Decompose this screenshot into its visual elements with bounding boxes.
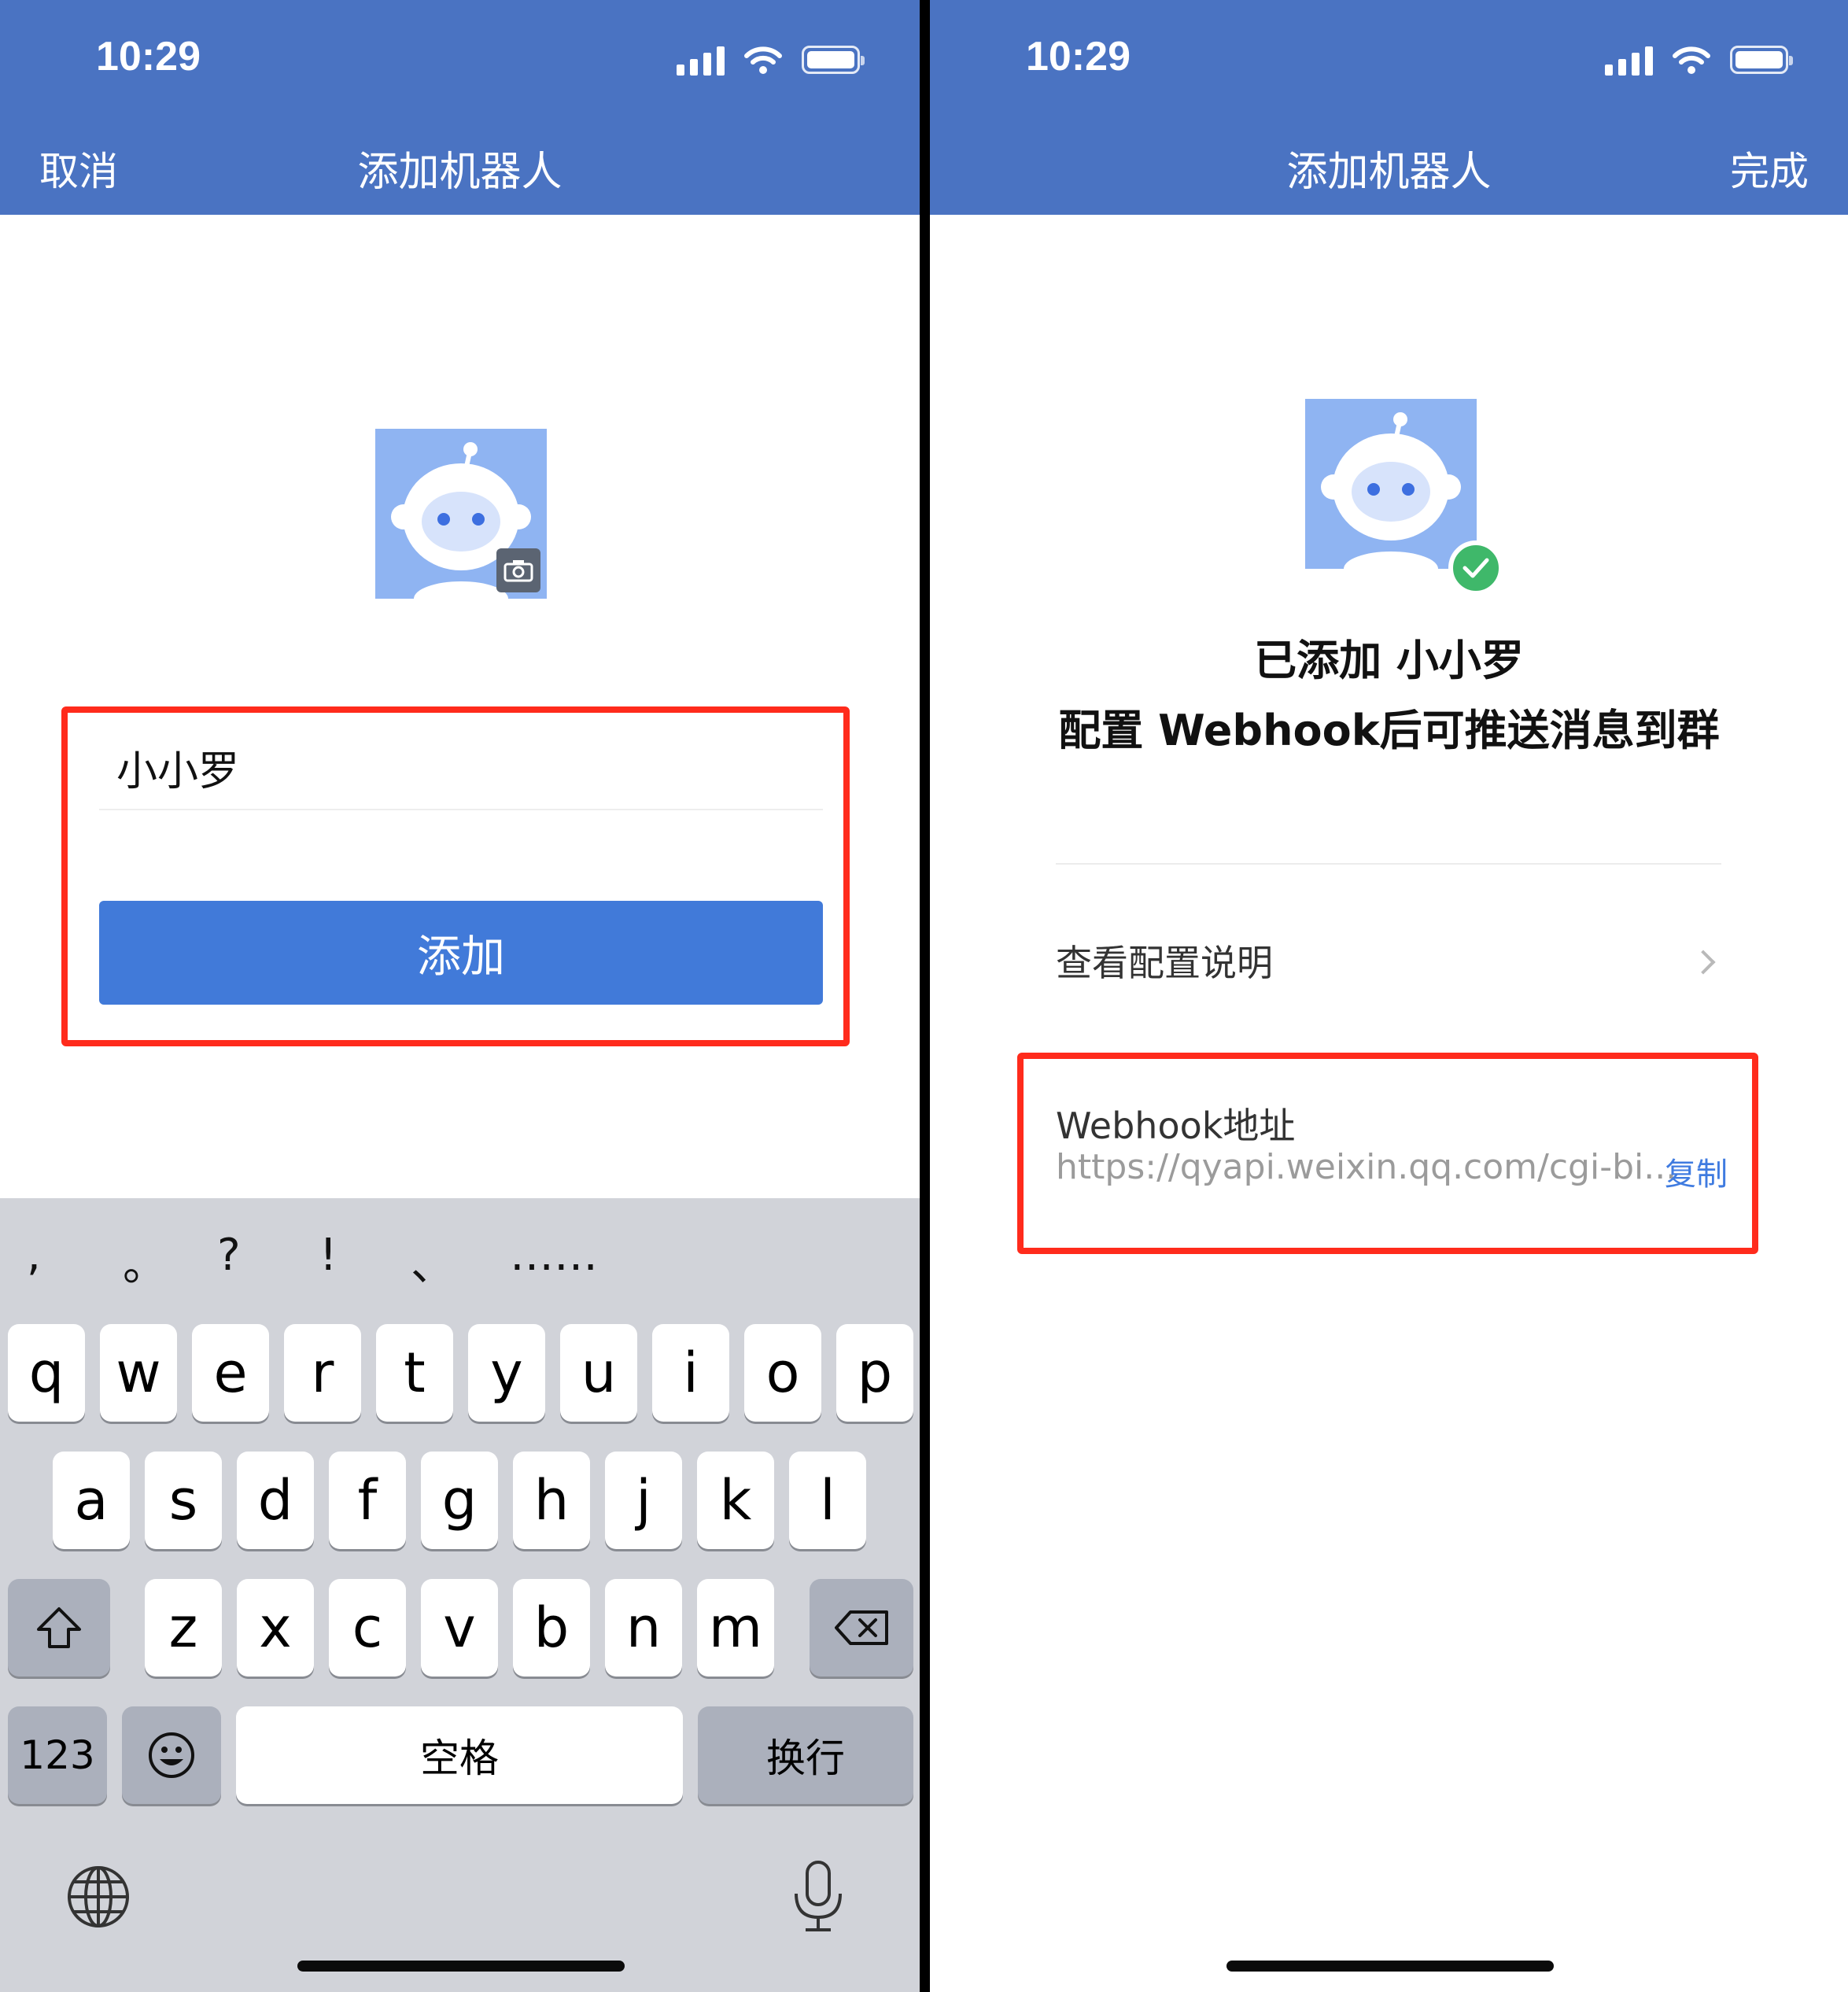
key-o[interactable]: o — [744, 1324, 821, 1422]
key-j[interactable]: j — [605, 1452, 682, 1549]
webhook-label: Webhook地址 — [1056, 1105, 1296, 1147]
copy-button[interactable]: 复制 — [1665, 1149, 1728, 1194]
done-button[interactable]: 完成 — [1730, 140, 1809, 197]
key-x[interactable]: x — [237, 1579, 314, 1677]
robot-icon — [1305, 399, 1477, 569]
home-indicator — [1226, 1961, 1554, 1972]
key-u[interactable]: u — [560, 1324, 637, 1422]
battery-icon — [802, 46, 865, 74]
key-n[interactable]: n — [605, 1579, 682, 1677]
emoji-key[interactable] — [122, 1706, 221, 1804]
key-p[interactable]: p — [836, 1324, 913, 1422]
key-m[interactable]: m — [697, 1579, 774, 1677]
globe-icon[interactable] — [66, 1865, 131, 1929]
webhook-url: https://qyapi.weixin.qq.com/cgi-bi... — [1056, 1147, 1677, 1187]
config-guide-row[interactable]: 查看配置说明 — [1056, 913, 1721, 1007]
key-e[interactable]: e — [192, 1324, 269, 1422]
punct-key[interactable]: 、 — [411, 1230, 455, 1293]
robot-name-input[interactable]: 小小罗 — [99, 724, 823, 810]
key-g[interactable]: g — [421, 1452, 498, 1549]
key-r[interactable]: r — [284, 1324, 361, 1422]
camera-icon[interactable] — [496, 548, 540, 592]
robot-added-screen: 10:29 添加机器人 完成 已添加 小小罗 配置 Webhook后可推送消息到… — [930, 0, 1848, 1992]
signal-icon — [1605, 44, 1653, 76]
chevron-right-icon — [1691, 950, 1716, 975]
key-l[interactable]: l — [789, 1452, 866, 1549]
key-d[interactable]: d — [237, 1452, 314, 1549]
battery-icon — [1730, 46, 1793, 74]
backspace-icon — [835, 1610, 888, 1645]
key-w[interactable]: w — [100, 1324, 177, 1422]
robot-avatar[interactable] — [375, 429, 547, 599]
shift-key[interactable] — [8, 1579, 110, 1677]
key-a[interactable]: a — [53, 1452, 130, 1549]
key-t[interactable]: t — [376, 1324, 453, 1422]
backspace-key[interactable] — [810, 1579, 913, 1677]
key-b[interactable]: b — [513, 1579, 590, 1677]
check-icon — [1448, 540, 1503, 596]
key-h[interactable]: h — [513, 1452, 590, 1549]
keyboard: , 。 ? ! 、 …… q w e r t y u i o p a s d f… — [0, 1198, 920, 1992]
nav-bar: 10:29 添加机器人 完成 — [930, 0, 1848, 215]
nav-bar: 10:29 取消 添加机器人 — [0, 0, 920, 215]
punct-key[interactable]: ? — [217, 1230, 241, 1281]
robot-avatar — [1305, 399, 1503, 596]
added-headline: 已添加 小小罗 — [1254, 636, 1524, 685]
key-z[interactable]: z — [145, 1579, 222, 1677]
signal-icon — [677, 44, 725, 76]
key-k[interactable]: k — [697, 1452, 774, 1549]
key-s[interactable]: s — [145, 1452, 222, 1549]
wifi-icon — [744, 46, 782, 74]
punctuation-bar: , 。 ? ! 、 …… — [0, 1230, 920, 1300]
add-robot-screen: 10:29 取消 添加机器人 小小罗 添加 , 。 ? ! 、 …… q w e… — [0, 0, 920, 1992]
emoji-icon — [149, 1732, 194, 1778]
home-indicator — [297, 1961, 625, 1972]
punct-key[interactable]: , — [27, 1230, 41, 1281]
webhook-hint: 配置 Webhook后可推送消息到群 — [1058, 706, 1720, 755]
punct-key[interactable]: ! — [319, 1230, 337, 1281]
key-i[interactable]: i — [652, 1324, 729, 1422]
config-guide-label: 查看配置说明 — [1056, 942, 1273, 984]
status-icons — [1605, 44, 1793, 76]
return-key[interactable]: 换行 — [698, 1706, 913, 1804]
key-y[interactable]: y — [468, 1324, 545, 1422]
page-title: 添加机器人 — [357, 149, 563, 196]
key-f[interactable]: f — [329, 1452, 406, 1549]
space-key[interactable]: 空格 — [236, 1706, 683, 1804]
status-icons — [677, 44, 865, 76]
key-q[interactable]: q — [8, 1324, 85, 1422]
key-c[interactable]: c — [329, 1579, 406, 1677]
divider — [1056, 863, 1721, 865]
numbers-key[interactable]: 123 — [8, 1706, 107, 1804]
key-v[interactable]: v — [421, 1579, 498, 1677]
shift-icon — [37, 1607, 81, 1648]
punct-key[interactable]: …… — [510, 1230, 598, 1281]
page-title: 添加机器人 — [1286, 149, 1492, 196]
add-button[interactable]: 添加 — [99, 901, 823, 1005]
microphone-icon[interactable] — [790, 1859, 847, 1935]
wifi-icon — [1673, 46, 1710, 74]
punct-key[interactable]: 。 — [123, 1230, 167, 1293]
status-time: 10:29 — [1026, 34, 1131, 79]
status-time: 10:29 — [96, 34, 201, 79]
